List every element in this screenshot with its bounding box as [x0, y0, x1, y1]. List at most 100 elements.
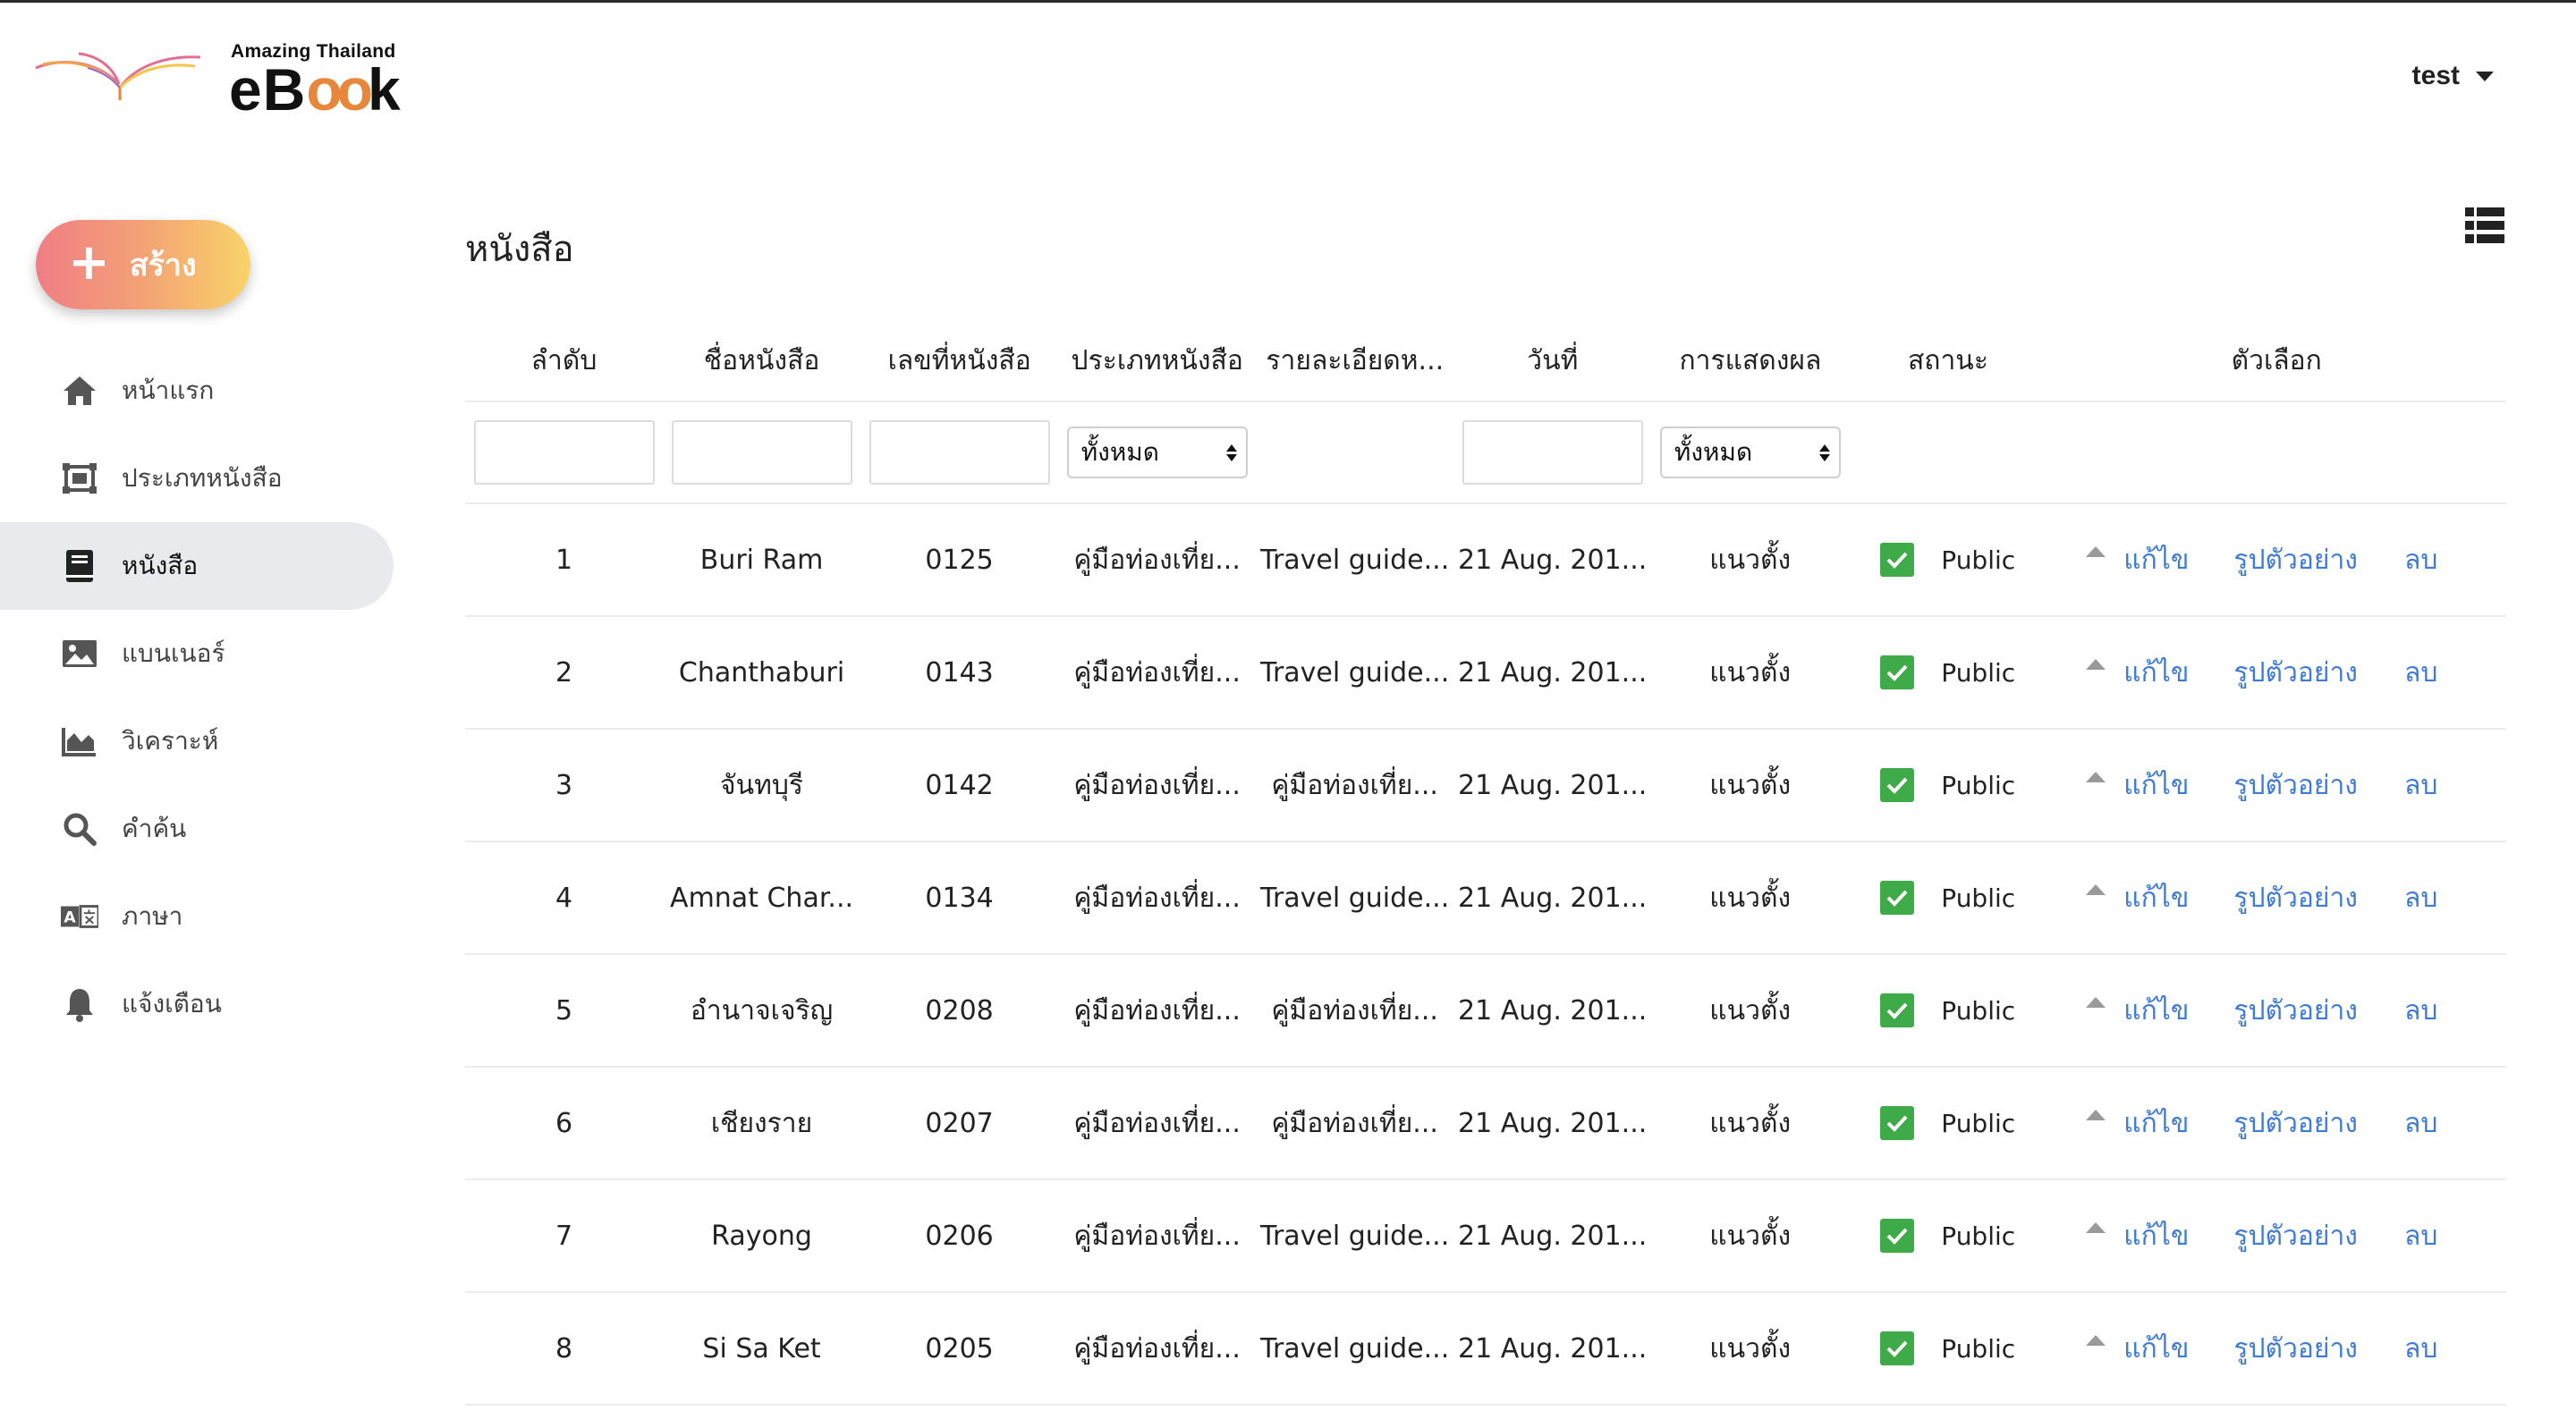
list-view-icon[interactable] [2465, 207, 2504, 243]
delete-link[interactable]: ลบ [2404, 1328, 2437, 1370]
move-up-icon[interactable] [2086, 884, 2106, 895]
status-checkbox[interactable] [1880, 655, 1915, 689]
move-up-icon[interactable] [2086, 772, 2106, 782]
cell-name: Chanthaburi [678, 656, 845, 689]
status-checkbox[interactable] [1880, 1219, 1915, 1253]
sidebar-item-label: วิเคราะห์ [122, 726, 219, 756]
status-label: Public [1941, 995, 2016, 1026]
status-checkbox[interactable] [1880, 768, 1915, 802]
cell-type: คู่มือท่องเที่ย... [1073, 656, 1241, 689]
status-label: Public [1941, 545, 2016, 575]
preview-link[interactable]: รูปตัวอย่าง [2233, 1103, 2358, 1145]
delete-link[interactable]: ลบ [2404, 1215, 2437, 1257]
cell-options: แก้ไข รูปตัวอย่าง ลบ [2046, 1103, 2506, 1145]
delete-link[interactable]: ลบ [2404, 1103, 2437, 1145]
filter-date-input[interactable] [1462, 420, 1643, 485]
cell-type: คู่มือท่องเที่ย... [1073, 769, 1241, 801]
cell-status: Public [1849, 993, 2046, 1027]
delete-link[interactable]: ลบ [2404, 539, 2437, 581]
cell-type: คู่มือท่องเที่ย... [1073, 994, 1241, 1027]
status-checkbox[interactable] [1880, 1331, 1915, 1365]
books-table: ลำดับ ชื่อหนังสือ เลขที่หนังสือ ประเภทหน… [465, 320, 2506, 1406]
edit-link[interactable]: แก้ไข [2123, 1215, 2189, 1257]
edit-link[interactable]: แก้ไข [2123, 1328, 2189, 1370]
sidebar-item-book-category[interactable]: ประเภทหนังสือ [0, 435, 394, 522]
sidebar-item-keywords[interactable]: คำค้น [0, 785, 394, 873]
create-button[interactable]: + สร้าง [36, 220, 250, 309]
column-header[interactable]: สถานะ [1849, 340, 2046, 382]
sidebar-item-books[interactable]: หนังสือ [0, 522, 394, 610]
filter-row: ทั้งหมด ทั้งหมด [465, 402, 2506, 504]
user-menu[interactable]: test [2412, 61, 2494, 91]
filter-display-select[interactable]: ทั้งหมด [1659, 427, 1841, 478]
sidebar-item-notifications[interactable]: แจ้งเตือน [0, 960, 394, 1048]
cell-no: 7 [555, 1220, 573, 1252]
sidebar-item-banner[interactable]: แบนเนอร์ [0, 610, 394, 697]
plus-icon: + [68, 233, 110, 291]
delete-link[interactable]: ลบ [2404, 990, 2437, 1032]
cell-detail: Travel guide... [1260, 1220, 1450, 1252]
cell-code: 0208 [925, 994, 994, 1027]
preview-link[interactable]: รูปตัวอย่าง [2233, 539, 2358, 581]
preview-link[interactable]: รูปตัวอย่าง [2233, 990, 2358, 1032]
filter-no-input[interactable] [473, 420, 655, 485]
preview-link[interactable]: รูปตัวอย่าง [2233, 765, 2358, 807]
cell-no: 5 [555, 994, 573, 1027]
cell-type: คู่มือท่องเที่ย... [1073, 544, 1241, 576]
top-border [0, 0, 2576, 3]
column-header[interactable]: ชื่อหนังสือ [663, 340, 860, 382]
app-logo[interactable]: Amazing Thailand eBook [34, 39, 410, 123]
table-row: 7 Rayong 0206 คู่มือท่องเที่ย... Travel … [465, 1180, 2506, 1293]
sidebar-item-language[interactable]: A ภาษา [0, 873, 394, 960]
status-checkbox[interactable] [1880, 881, 1915, 915]
column-header[interactable]: ลำดับ [465, 340, 663, 382]
preview-link[interactable]: รูปตัวอย่าง [2233, 1215, 2358, 1257]
bell-icon [61, 985, 98, 1023]
status-label: Public [1941, 1221, 2016, 1251]
sidebar-item-analytics[interactable]: วิเคราะห์ [0, 697, 394, 785]
delete-link[interactable]: ลบ [2404, 765, 2437, 807]
column-header[interactable]: ประเภทหนังสือ [1058, 340, 1256, 382]
edit-link[interactable]: แก้ไข [2123, 990, 2189, 1032]
table-row: 3 จันทบุรี 0142 คู่มือท่องเที่ย... คู่มื… [465, 730, 2506, 842]
edit-link[interactable]: แก้ไข [2123, 539, 2189, 581]
move-up-icon[interactable] [2086, 659, 2106, 670]
sidebar-item-home[interactable]: หน้าแรก [0, 347, 394, 435]
area-chart-icon [61, 722, 98, 760]
edit-link[interactable]: แก้ไข [2123, 652, 2189, 694]
status-checkbox[interactable] [1880, 993, 1915, 1027]
filter-code-input[interactable] [869, 420, 1050, 485]
status-checkbox[interactable] [1880, 543, 1915, 577]
move-up-icon[interactable] [2086, 546, 2106, 557]
preview-link[interactable]: รูปตัวอย่าง [2233, 1328, 2358, 1370]
cell-type: คู่มือท่องเที่ย... [1073, 1220, 1241, 1252]
move-up-icon[interactable] [2086, 1110, 2106, 1120]
filter-name-input[interactable] [671, 420, 852, 485]
move-up-icon[interactable] [2086, 1335, 2106, 1346]
edit-link[interactable]: แก้ไข [2123, 765, 2189, 807]
book-category-icon [61, 460, 98, 497]
move-up-icon[interactable] [2086, 997, 2106, 1008]
delete-link[interactable]: ลบ [2404, 877, 2437, 919]
delete-link[interactable]: ลบ [2404, 652, 2437, 694]
column-header[interactable]: รายละเอียดห... [1256, 340, 1453, 382]
cell-display: แนวตั้ง [1709, 1332, 1792, 1365]
column-header[interactable]: วันที่ [1453, 340, 1651, 382]
move-up-icon[interactable] [2086, 1222, 2106, 1233]
cell-display: แนวตั้ง [1709, 882, 1792, 914]
edit-link[interactable]: แก้ไข [2123, 1103, 2189, 1145]
status-label: Public [1941, 883, 2016, 913]
column-header[interactable]: เลขที่หนังสือ [860, 340, 1058, 382]
table-row: 6 เชียงราย 0207 คู่มือท่องเที่ย... คู่มื… [465, 1068, 2506, 1180]
column-header[interactable]: การแสดงผล [1651, 340, 1849, 382]
filter-type-select[interactable]: ทั้งหมด [1066, 427, 1248, 478]
status-checkbox[interactable] [1880, 1106, 1915, 1140]
select-value: ทั้งหมด [1080, 437, 1159, 467]
search-icon [61, 810, 98, 848]
preview-link[interactable]: รูปตัวอย่าง [2233, 652, 2358, 694]
edit-link[interactable]: แก้ไข [2123, 877, 2189, 919]
create-label: สร้าง [129, 248, 197, 283]
page-title: หนังสือ [465, 229, 574, 270]
preview-link[interactable]: รูปตัวอย่าง [2233, 877, 2358, 919]
cell-status: Public [1849, 1219, 2046, 1253]
